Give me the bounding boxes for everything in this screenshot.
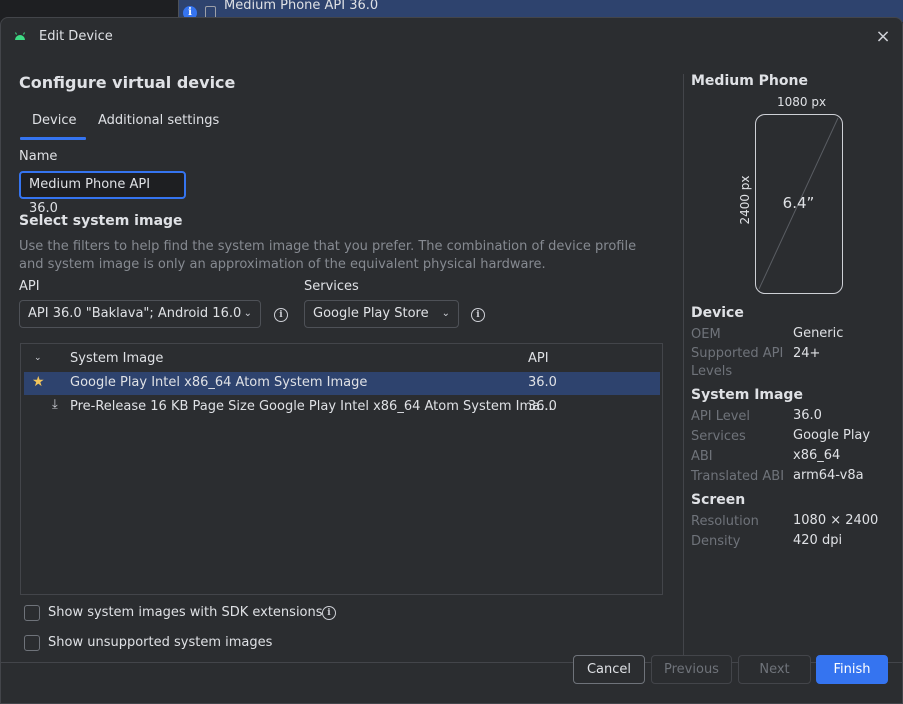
page-title: Configure virtual device (19, 73, 236, 92)
chevron-down-icon: ⌄ (243, 308, 252, 319)
background-device-name: Medium Phone API 36.0 (224, 0, 379, 13)
system-image-section-heading: System Image (691, 387, 803, 403)
system-image-table: ⌄ System Image API ★ Google Play Intel x… (20, 343, 663, 595)
api-info-icon[interactable]: i (274, 308, 288, 322)
api-select-value: API 36.0 "Baklava"; Android 16.0 (28, 306, 242, 321)
dialog-title: Edit Device (39, 29, 113, 44)
services-key: Services (691, 429, 746, 444)
device-name-input[interactable]: Medium Phone API 36.0 (19, 171, 186, 216)
services-select[interactable]: Google Play Store ⌄ (304, 300, 459, 328)
finish-button[interactable]: Finish (816, 655, 888, 684)
translated-abi-value: arm64-v8a (793, 468, 864, 483)
previous-button[interactable]: Previous (651, 655, 732, 684)
device-preview-title: Medium Phone (691, 73, 808, 89)
star-icon: ★ (32, 374, 45, 390)
phone-outline: 6.4” (755, 114, 843, 294)
sdk-extensions-info-icon[interactable]: i (322, 606, 336, 620)
api-level-value: 36.0 (793, 408, 822, 423)
api-select[interactable]: API 36.0 "Baklava"; Android 16.0 ⌄ (19, 300, 261, 328)
chevron-down-icon[interactable]: ⌄ (34, 353, 42, 363)
density-value: 420 dpi (793, 533, 843, 548)
services-value: Google Play (793, 428, 871, 443)
cancel-button[interactable]: Cancel (573, 655, 645, 684)
system-image-api: 36.0 (528, 375, 557, 390)
active-tab-indicator (20, 137, 86, 140)
chevron-down-icon: ⌄ (441, 308, 450, 319)
screen-size-label: 6.4” (782, 194, 815, 212)
system-image-name: Pre-Release 16 KB Page Size Google Play … (70, 399, 553, 414)
abi-key: ABI (691, 449, 713, 464)
android-icon (15, 32, 25, 40)
tab-device[interactable]: Device (32, 113, 76, 128)
unsupported-images-label[interactable]: Show unsupported system images (48, 635, 272, 650)
services-info-icon[interactable]: i (471, 308, 485, 322)
oem-key: OEM (691, 327, 721, 342)
unsupported-images-checkbox[interactable] (24, 635, 40, 651)
services-select-value: Google Play Store (313, 306, 429, 321)
resolution-key: Resolution (691, 514, 759, 529)
name-label: Name (19, 149, 58, 164)
system-image-api: 36.0 (528, 399, 557, 414)
panel-divider (683, 74, 684, 662)
help-text: Use the filters to help find the system … (19, 239, 637, 272)
close-icon[interactable]: × (873, 28, 893, 48)
phone-height-label: 2400 px (738, 175, 752, 225)
density-key: Density (691, 534, 741, 549)
dialog-titlebar: Edit Device × (1, 18, 902, 56)
select-system-image-heading: Select system image (19, 213, 183, 229)
edit-device-dialog: Edit Device × Configure virtual device D… (0, 17, 903, 704)
sdk-extensions-label[interactable]: Show system images with SDK extensions (48, 605, 323, 620)
api-level-key: API Level (691, 409, 751, 424)
sdk-extensions-checkbox[interactable] (24, 605, 40, 621)
oem-value: Generic (793, 326, 844, 341)
next-button[interactable]: Next (738, 655, 811, 684)
api-levels-value: 24+ (793, 346, 821, 361)
table-row[interactable]: ⤓ Pre-Release 16 KB Page Size Google Pla… (24, 396, 660, 419)
resolution-value: 1080 × 2400 (793, 513, 879, 528)
device-section-heading: Device (691, 305, 744, 321)
download-icon[interactable]: ⤓ (52, 397, 58, 412)
column-header-system-image[interactable]: System Image (70, 351, 163, 366)
abi-value: x86_64 (793, 448, 841, 463)
table-row[interactable]: ★ Google Play Intel x86_64 Atom System I… (24, 372, 660, 395)
column-header-api[interactable]: API (528, 351, 549, 366)
api-label: API (19, 279, 40, 294)
translated-abi-key: Translated ABI (691, 469, 785, 484)
screen-section-heading: Screen (691, 492, 746, 508)
system-image-name: Google Play Intel x86_64 Atom System Ima… (70, 375, 368, 390)
phone-width-label: 1080 px (777, 95, 827, 109)
api-levels-key: Supported API Levels (691, 346, 784, 379)
tab-additional-settings[interactable]: Additional settings (98, 113, 219, 128)
services-label: Services (304, 279, 359, 294)
